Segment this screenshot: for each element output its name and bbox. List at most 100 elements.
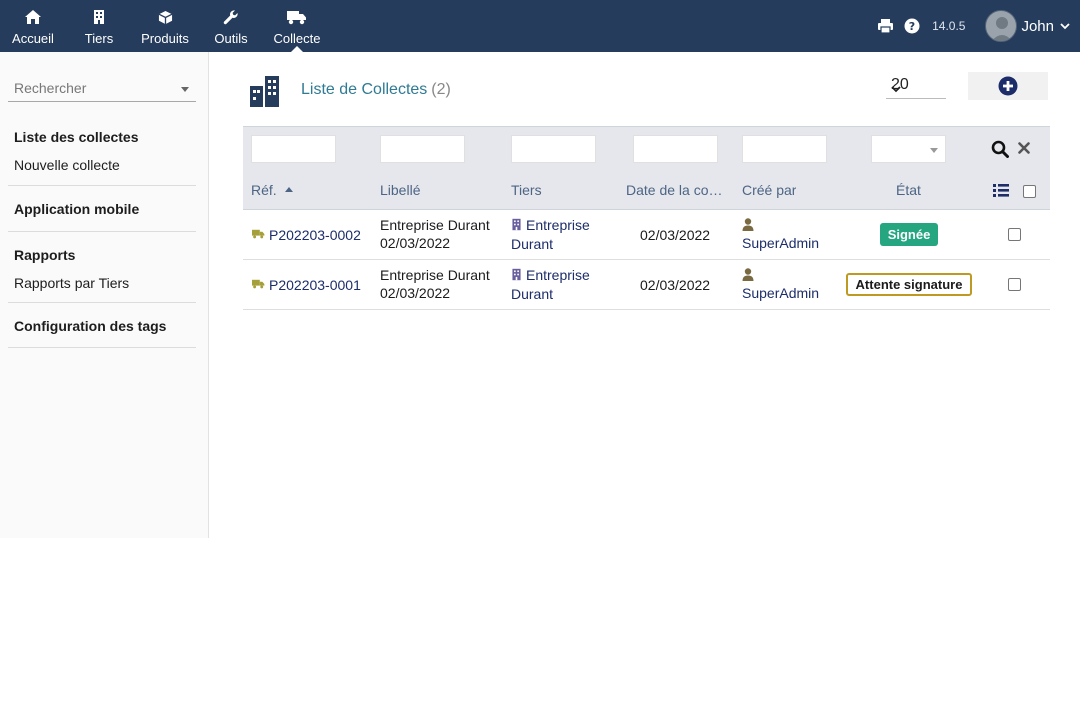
status-badge: Signée <box>880 223 938 246</box>
row-creator-link[interactable]: SuperAdmin <box>742 217 819 252</box>
search-icon[interactable] <box>991 140 1009 158</box>
chevron-down-icon <box>891 80 940 98</box>
page-title-text: Liste de Collectes <box>301 81 428 98</box>
caret-down-icon <box>930 148 938 153</box>
nav-item-tiers[interactable]: Tiers <box>66 0 132 52</box>
row-creator-name: SuperAdmin <box>742 285 820 301</box>
avatar <box>985 10 1018 42</box>
status-badge: Attente signature <box>846 273 972 296</box>
menu-link-configuration-tags[interactable]: Configuration des tags <box>8 318 166 334</box>
row-ref-link[interactable]: P202203-0002 <box>269 226 361 244</box>
column-list-icon[interactable] <box>993 183 1009 197</box>
nav-item-produits[interactable]: Produits <box>132 0 198 52</box>
filter-tiers-input[interactable] <box>511 135 596 163</box>
row-select-checkbox[interactable] <box>1008 228 1021 241</box>
page-size-select[interactable]: 20 <box>886 73 946 99</box>
select-all-checkbox[interactable] <box>1023 185 1036 198</box>
row-select-checkbox[interactable] <box>1008 278 1021 291</box>
user-icon <box>742 267 819 284</box>
row-label-line: 02/03/2022 <box>380 285 451 301</box>
row-label-line: Entreprise Durant <box>380 267 490 283</box>
truck-icon <box>252 229 265 239</box>
row-label-line: 02/03/2022 <box>380 235 451 251</box>
column-header-status[interactable]: État <box>896 182 921 198</box>
user-name: John <box>1021 17 1054 35</box>
menu-link-rapports-par-tiers[interactable]: Rapports par Tiers <box>8 275 129 291</box>
nav-label: Collecte <box>273 31 321 46</box>
table-row: P202203-0002 Entreprise Durant 02/03/202… <box>243 210 1050 260</box>
row-tiers-link[interactable]: Entreprise Durant <box>511 216 590 253</box>
menu-block-rapports: Rapports Rapports par Tiers <box>8 232 196 303</box>
nav-label: Tiers <box>84 31 114 46</box>
row-label: Entreprise Durant 02/03/2022 <box>380 266 490 302</box>
building-icon <box>93 8 105 26</box>
add-collecte-button[interactable] <box>968 72 1048 100</box>
nav-label: Outils <box>214 31 248 46</box>
nav-label: Accueil <box>12 31 54 46</box>
menu-block-mobile: Application mobile <box>8 186 196 232</box>
filter-row <box>243 126 1050 170</box>
caret-down-icon <box>181 87 189 92</box>
help-icon[interactable]: ? <box>904 18 920 34</box>
top-navbar: Accueil Tiers Produits Outils Collecte ?… <box>0 0 1080 52</box>
menu-link-rapports[interactable]: Rapports <box>8 247 75 263</box>
header-row: Réf. Libellé Tiers Date de la co… Créé p… <box>243 170 1050 210</box>
column-header-libelle[interactable]: Libellé <box>380 182 420 198</box>
sort-asc-icon <box>284 186 293 192</box>
column-header-ref[interactable]: Réf. <box>251 182 293 198</box>
nav-item-collecte[interactable]: Collecte <box>264 0 330 52</box>
row-creator-link[interactable]: SuperAdmin <box>742 267 819 302</box>
plus-circle-icon <box>998 76 1018 96</box>
menu-block-tags: Configuration des tags <box>8 303 196 348</box>
row-tiers-line: Durant <box>511 236 554 252</box>
search-placeholder: Rechercher <box>14 80 87 96</box>
wrench-icon <box>223 8 239 26</box>
column-header-creator[interactable]: Créé par <box>742 182 796 198</box>
row-tiers-line: Durant <box>511 286 554 302</box>
version-label: 14.0.5 <box>932 19 966 33</box>
menu-link-nouvelle-collecte[interactable]: Nouvelle collecte <box>8 157 120 173</box>
chevron-down-icon <box>1060 22 1070 30</box>
menu-link-application-mobile[interactable]: Application mobile <box>8 201 139 217</box>
truck-icon <box>252 279 265 289</box>
nav-label: Produits <box>141 31 189 46</box>
row-date: 02/03/2022 <box>640 277 711 293</box>
column-header-tiers[interactable]: Tiers <box>511 182 542 198</box>
collecte-list-icon <box>249 75 283 110</box>
row-label-line: Entreprise Durant <box>380 217 490 233</box>
table-row: P202203-0001 Entreprise Durant 02/03/202… <box>243 260 1050 310</box>
building-icon <box>511 267 522 285</box>
print-icon[interactable] <box>877 18 894 34</box>
result-count: (2) <box>431 81 451 98</box>
nav-item-outils[interactable]: Outils <box>198 0 264 52</box>
search-select[interactable]: Rechercher <box>8 78 196 102</box>
filter-date-input[interactable] <box>633 135 718 163</box>
filter-creator-input[interactable] <box>742 135 827 163</box>
column-header-label: Réf. <box>251 182 277 198</box>
svg-text:?: ? <box>909 20 915 33</box>
left-sidebar: Rechercher Liste des collectes Nouvelle … <box>0 52 209 538</box>
collecte-table: Réf. Libellé Tiers Date de la co… Créé p… <box>243 126 1050 310</box>
filter-ref-input[interactable] <box>251 135 336 163</box>
row-tiers-link[interactable]: Entreprise Durant <box>511 266 590 303</box>
cube-icon <box>158 8 173 26</box>
row-ref-link[interactable]: P202203-0001 <box>269 276 361 294</box>
page-title: Liste de Collectes (2) <box>301 81 451 99</box>
column-header-date[interactable]: Date de la co… <box>626 182 726 198</box>
filter-status-select[interactable] <box>871 135 946 163</box>
row-label: Entreprise Durant 02/03/2022 <box>380 216 490 252</box>
menu-link-liste-collectes[interactable]: Liste des collectes <box>8 129 139 145</box>
truck-icon <box>287 8 307 26</box>
topbar-right: ? 14.0.5 John <box>877 0 1080 52</box>
filter-libelle-input[interactable] <box>380 135 465 163</box>
main-nav: Accueil Tiers Produits Outils Collecte <box>0 0 330 52</box>
row-tiers-line: Entreprise <box>526 267 590 283</box>
user-icon <box>742 217 819 234</box>
row-date: 02/03/2022 <box>640 227 711 243</box>
building-icon <box>511 217 522 235</box>
row-tiers-line: Entreprise <box>526 217 590 233</box>
home-icon <box>24 8 42 26</box>
nav-item-accueil[interactable]: Accueil <box>0 0 66 52</box>
user-menu[interactable]: John <box>985 10 1070 42</box>
close-icon[interactable] <box>1018 142 1030 154</box>
